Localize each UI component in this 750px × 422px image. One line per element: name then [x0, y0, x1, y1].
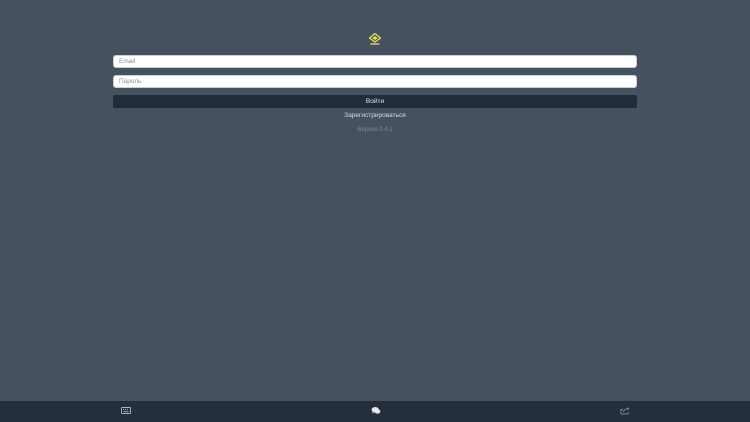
- logo-icon: [369, 33, 381, 45]
- email-input[interactable]: [113, 55, 637, 68]
- login-screen: Войти Зарегистрироваться Версия 0.4.1: [0, 0, 750, 422]
- keyboard-icon[interactable]: [121, 406, 131, 415]
- login-button[interactable]: Войти: [113, 95, 637, 108]
- version-label: Версия 0.4.1: [357, 127, 393, 133]
- register-link[interactable]: Зарегистрироваться: [0, 111, 750, 121]
- chat-icon[interactable]: [371, 406, 381, 415]
- share-icon[interactable]: [620, 406, 630, 415]
- password-input[interactable]: [113, 75, 637, 88]
